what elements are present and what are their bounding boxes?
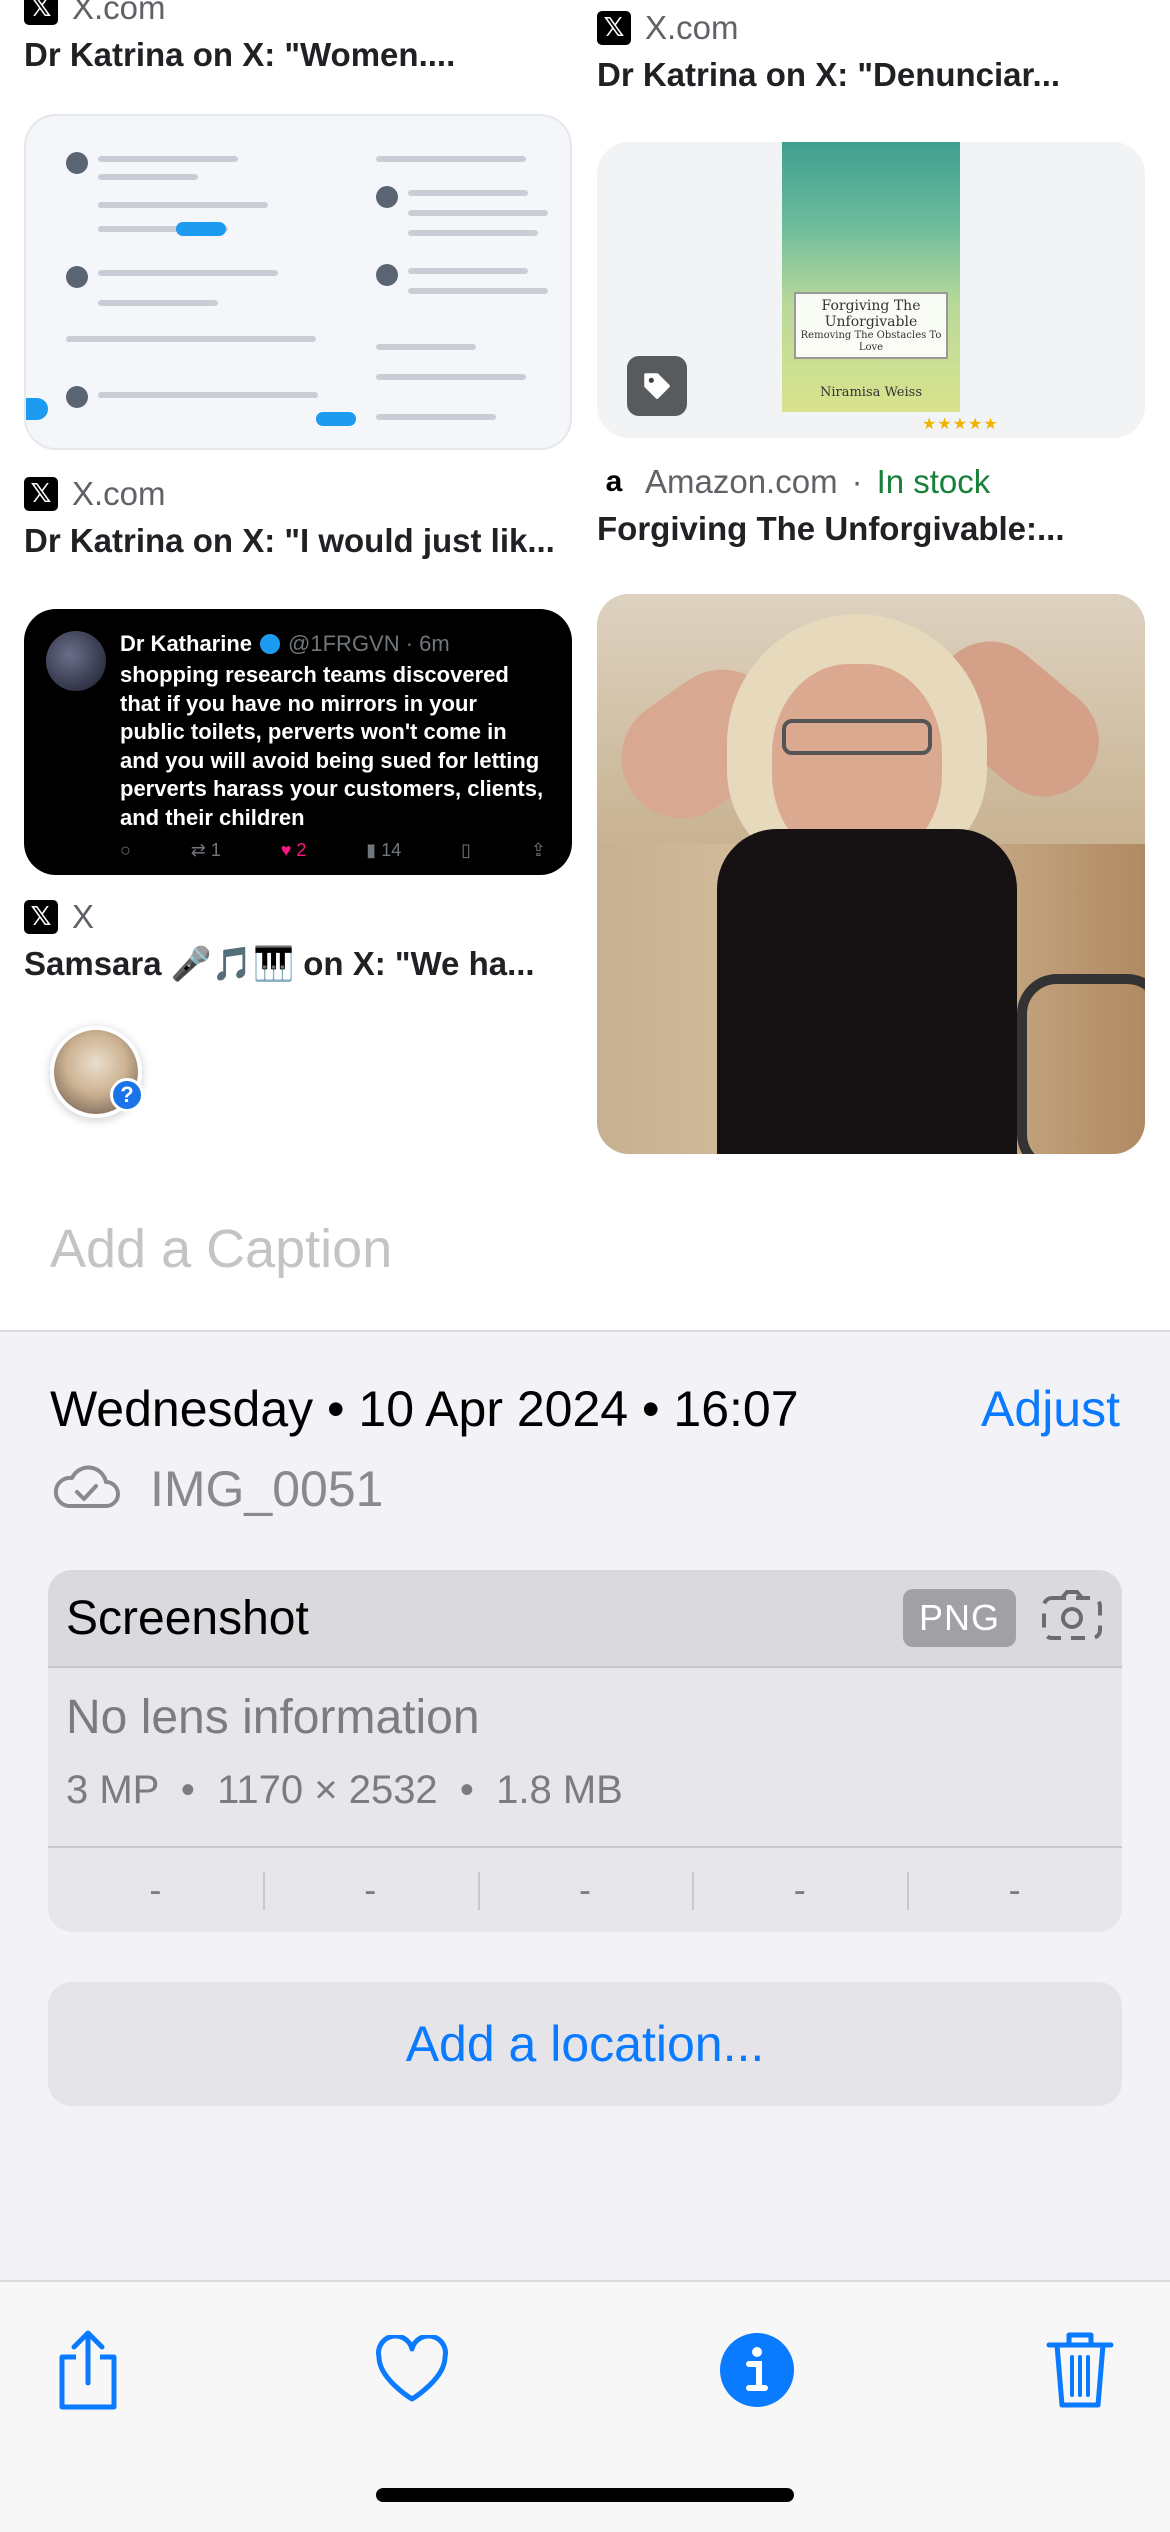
exif-shutter: -: [907, 1848, 1122, 1932]
book-title: Forgiving The Unforgivable: [821, 298, 921, 331]
exif-focal-length: -: [262, 1848, 478, 1932]
bottom-toolbar: [0, 2280, 1170, 2532]
result-thumbnail[interactable]: [24, 114, 572, 450]
heart-icon: [373, 2333, 451, 2410]
visual-lookup-avatar[interactable]: ?: [50, 1026, 144, 1118]
result-source: 𝕏 X: [24, 895, 572, 939]
exif-aperture: -: [692, 1848, 907, 1932]
result-item[interactable]: 𝕏 X.com Dr Katrina on X: "Women....: [24, 0, 572, 74]
exif-row: - - - - -: [48, 1846, 1122, 1932]
image-type: Screenshot: [66, 1591, 309, 1645]
metadata-card: Screenshot PNG No lens information 3 MP …: [48, 1570, 1122, 1932]
result-source: 𝕏 X.com: [24, 0, 572, 30]
book-author: Niramisa Weiss: [819, 385, 923, 400]
result-source: 𝕏 X.com: [597, 6, 1145, 50]
exif-iso: -: [149, 1869, 162, 1910]
tweet-actions: ○ ⇄ 1 ♥ 2 ▮ 14 ▯ ⇪: [120, 840, 546, 861]
result-item[interactable]: 𝕏 X.com Dr Katrina on X: "Denunciar...: [597, 6, 1145, 94]
x-logo-icon: 𝕏: [24, 0, 58, 25]
camera-icon: [1040, 1586, 1104, 1651]
trash-icon: [1045, 2329, 1115, 2416]
share-icon: [52, 2327, 124, 2418]
exif-ev: -: [477, 1848, 693, 1932]
share-small-icon: ⇪: [530, 840, 546, 860]
book-cover: Forgiving The Unforgivable Removing The …: [782, 142, 960, 412]
result-item[interactable]: Forgiving The Unforgivable Removing The …: [597, 120, 1145, 548]
result-item[interactable]: 𝕏 X.com Dr Katrina on X: "I would just l…: [24, 92, 572, 560]
result-title: Dr Katrina on X: "Women....: [24, 36, 456, 73]
share-button[interactable]: [38, 2322, 138, 2422]
visual-search-results: 𝕏 X.com Dr Katrina on X: "Women.... 𝕏 X.…: [0, 0, 1170, 1330]
retweet-count: ⇄ 1: [190, 840, 221, 860]
tweet-avatar: [46, 631, 106, 691]
result-title: Samsara 🎤🎵🎹 on X: "We ha...: [24, 945, 535, 982]
caption-field[interactable]: Add a Caption: [50, 1218, 392, 1280]
image-specs: 3 MP • 1170 × 2532 • 1.8 MB: [66, 1768, 623, 1812]
tweet-handle: @1FRGVN · 6m: [288, 631, 450, 656]
result-source: a Amazon.com · In stock: [597, 460, 1145, 504]
file-name: IMG_0051: [150, 1461, 384, 1517]
bookmark-icon: ▯: [461, 840, 471, 860]
cloud-check-icon: [50, 1462, 122, 1517]
book-subtitle: Removing The Obstacles To Love: [800, 330, 942, 353]
tweet-author: Dr Katharine: [120, 631, 253, 656]
stock-status: In stock: [876, 463, 991, 500]
amazon-logo-icon: a: [605, 465, 623, 498]
verified-icon: [260, 634, 281, 654]
delete-button[interactable]: [1030, 2322, 1130, 2422]
photo-date: Wednesday • 10 Apr 2024 • 16:07: [50, 1381, 799, 1437]
photo-info-panel: Wednesday • 10 Apr 2024 • 16:07 Adjust I…: [0, 1332, 1170, 2282]
view-count: ▮ 14: [366, 840, 402, 860]
result-source: 𝕏 X.com: [24, 472, 572, 516]
x-logo-icon: 𝕏: [24, 900, 58, 934]
info-icon: [718, 2331, 796, 2414]
info-button[interactable]: [707, 2322, 807, 2422]
result-item[interactable]: Dr Katharine @1FRGVN · 6m shopping resea…: [24, 587, 572, 984]
x-logo-icon: 𝕏: [597, 11, 631, 45]
result-title: Forgiving The Unforgivable:...: [597, 510, 1065, 547]
rating-stars: ★★★★★: [922, 416, 999, 433]
question-badge-icon: ?: [110, 1078, 144, 1112]
tweet-text: shopping research teams discovered that …: [120, 662, 544, 830]
result-thumbnail[interactable]: Dr Katharine @1FRGVN · 6m shopping resea…: [24, 609, 572, 875]
lens-info: No lens information: [66, 1691, 480, 1744]
result-title: Dr Katrina on X: "Denunciar...: [597, 56, 1061, 93]
tag-icon[interactable]: [627, 356, 687, 416]
home-indicator: [376, 2488, 794, 2502]
result-thumbnail[interactable]: Forgiving The Unforgivable Removing The …: [597, 142, 1145, 438]
result-title: Dr Katrina on X: "I would just lik...: [24, 522, 555, 559]
result-thumbnail-photo[interactable]: [597, 594, 1145, 1154]
favorite-button[interactable]: [362, 2322, 462, 2422]
like-count: ♥ 2: [280, 840, 307, 860]
reply-icon: ○: [120, 840, 131, 860]
x-logo-icon: 𝕏: [24, 477, 58, 511]
format-badge: PNG: [902, 1589, 1016, 1647]
adjust-button[interactable]: Adjust: [981, 1380, 1120, 1438]
add-location-button[interactable]: Add a location...: [48, 1982, 1122, 2106]
